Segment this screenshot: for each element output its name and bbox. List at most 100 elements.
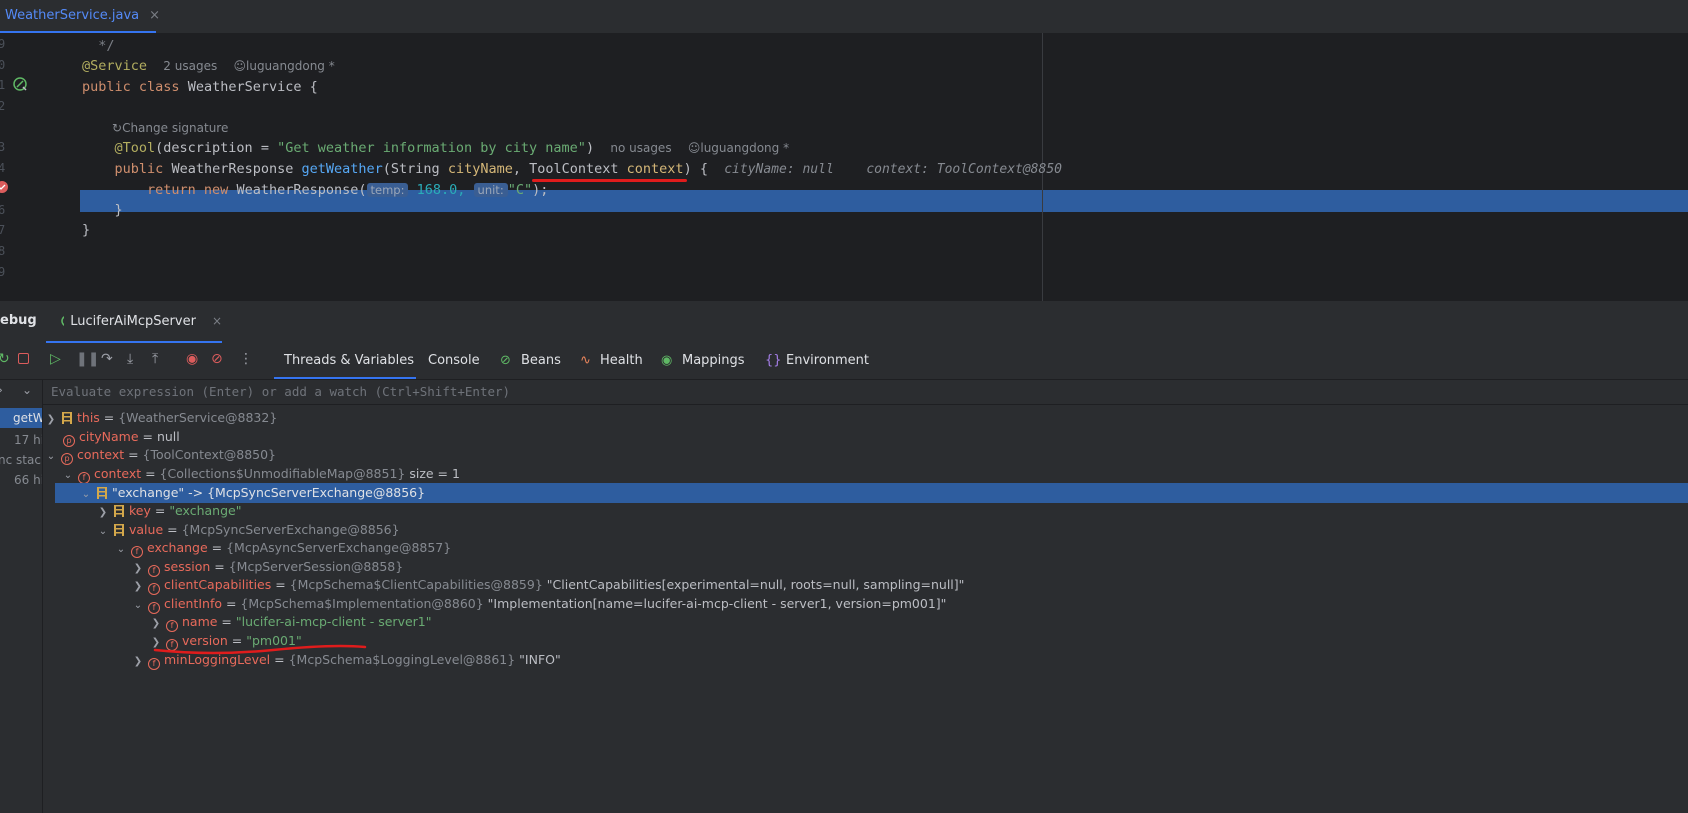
variable-row[interactable]: ❯ key = "exchange" (97, 501, 242, 521)
number-literal: 168.0, (416, 182, 466, 198)
frame-item[interactable]: getW (0, 408, 42, 428)
tab-console[interactable]: Console (428, 343, 480, 379)
variable-row[interactable]: ⌄ f exchange = {McpAsyncServerExchange@885… (115, 538, 451, 558)
mute-breakpoints-icon[interactable]: ⊘ (211, 351, 223, 367)
var-value: "exchange" (169, 503, 242, 518)
variable-row[interactable]: ❯ f name = "lucifer-ai-mcp-client - server… (150, 612, 432, 632)
var-eq: = (141, 466, 160, 481)
var-type: {McpServerSession@8858} (228, 559, 404, 574)
string-literal: "C" (507, 182, 533, 198)
variable-row[interactable]: ❯ f session = {McpServerSession@8858} (132, 557, 403, 577)
variable-row[interactable]: ⌄ f context = {Collections$UnmodifiableMap… (62, 464, 460, 484)
class-name: WeatherService { (187, 79, 318, 95)
tab-health[interactable]: Health (600, 343, 643, 379)
step-into-icon[interactable]: ⤓ (127, 351, 133, 367)
tab-close-icon[interactable]: × (149, 8, 160, 23)
var-name: clientCapabilities (164, 577, 272, 592)
debug-session-tab[interactable]: LuciferAiMcpServer × (46, 301, 222, 343)
var-eq: = (138, 429, 157, 444)
step-over-icon[interactable]: ↷ (101, 351, 113, 367)
variable-row[interactable]: ⌄ p context = {ToolContext@8850} (45, 445, 276, 465)
var-type: {McpSchema$Implementation@8860} (240, 596, 484, 611)
evaluate-expression-input[interactable]: Evaluate expression (Enter) or add a wat… (43, 380, 1688, 405)
chevron-right-icon[interactable]: › (0, 383, 3, 397)
field-icon (62, 412, 72, 424)
chevron-down-icon[interactable]: ⌄ (115, 540, 127, 560)
var-value: "ClientCapabilities[experimental=null, r… (542, 577, 965, 592)
frame-item[interactable]: 17 hi (14, 433, 42, 447)
type-name: WeatherResponse( (236, 182, 367, 198)
var-type: {ToolContext@8850} (142, 447, 277, 462)
tab-beans[interactable]: Beans (521, 343, 561, 379)
session-label: LuciferAiMcpServer (70, 313, 196, 329)
chevron-down-icon[interactable]: ⌄ (22, 383, 32, 397)
tab-mappings[interactable]: Mappings (682, 343, 745, 379)
var-name: "exchange" -> {McpSyncServerExchange@885… (112, 485, 426, 500)
line-number: 9 (0, 37, 6, 51)
var-eq: = (150, 503, 170, 518)
var-type: {Collections$UnmodifiableMap@8851} (159, 466, 406, 481)
spring-bean-icon[interactable] (12, 76, 30, 94)
session-close-icon[interactable]: × (212, 314, 222, 328)
debug-title: ebug (0, 313, 37, 328)
chevron-down-icon[interactable]: ⌄ (97, 522, 109, 542)
field-icon (114, 524, 124, 536)
view-breakpoints-icon[interactable]: ◉ (186, 351, 198, 367)
var-name: cityName (79, 429, 139, 444)
more-options-icon[interactable]: ⋮ (239, 351, 253, 367)
variable-row[interactable]: ⌄ f clientInfo = {McpSchema$Implementation… (132, 594, 946, 614)
tab-environment[interactable]: Environment (786, 343, 869, 379)
code-editor[interactable]: 9 0 1 2 3 4 5 6 7 8 9 */ @Service 2 usag… (0, 33, 1688, 301)
usages-hint[interactable]: 2 usages (163, 59, 217, 73)
inline-value-hint: cityName: null (724, 162, 834, 177)
tab-threads-variables[interactable]: Threads & Variables (274, 343, 416, 379)
rerun-icon[interactable]: ↻ (0, 351, 10, 367)
chevron-right-icon[interactable]: ❯ (45, 410, 57, 430)
red-annotation-underline (532, 179, 687, 182)
tab-weatherservice-java[interactable]: WeatherService.java × (0, 0, 160, 33)
field-icon (114, 505, 124, 517)
code-line: public class WeatherService { (82, 76, 318, 98)
resume-icon[interactable]: ▷ (50, 351, 61, 367)
comment-end: */ (98, 38, 115, 54)
breakpoint-icon[interactable] (0, 180, 10, 194)
author-hint[interactable]: luguangdong * (246, 59, 335, 73)
line-number: 3 (0, 140, 6, 154)
var-eq: = (207, 540, 227, 555)
code-line-current: return new WeatherResponse(temp: 168.0, … (82, 179, 548, 201)
chevron-down-icon[interactable]: ⌄ (55, 485, 92, 505)
frame-item[interactable]: 66 hi (14, 473, 42, 487)
var-type: {McpAsyncServerExchange@8857} (226, 540, 452, 555)
code-text: ) { (683, 161, 708, 177)
variable-row[interactable]: ⌄ value = {McpSyncServerExchange@8856} (97, 520, 400, 540)
pause-icon[interactable]: ❚❚ (76, 351, 99, 367)
frame-item[interactable]: nc stac (0, 453, 41, 467)
mappings-icon: ◉ (661, 353, 673, 368)
var-eq: = (217, 614, 236, 629)
type-name: WeatherResponse (171, 161, 294, 177)
variable-row[interactable]: ❯ f clientCapabilities = {McpSchema$Client… (132, 575, 964, 595)
line-number: 2 (0, 99, 6, 113)
author-hint[interactable]: luguangdong * (700, 141, 789, 155)
type-name: ToolContext (529, 161, 627, 177)
code-text: } (114, 202, 123, 218)
code-line: */ (82, 35, 115, 57)
chevron-right-icon[interactable]: ❯ (132, 652, 144, 672)
author-icon: ☺ (233, 59, 246, 73)
var-name: name (182, 614, 218, 629)
var-value: "INFO" (515, 652, 561, 667)
usages-hint[interactable]: no usages (610, 141, 671, 155)
variable-row[interactable]: ❯ this = {WeatherService@8832} (45, 408, 277, 428)
change-signature-hint[interactable]: Change signature (122, 121, 228, 135)
line-number: 8 (0, 244, 6, 258)
code-line: } (82, 219, 90, 241)
variable-row[interactable]: p cityName = null (59, 427, 180, 447)
step-out-icon[interactable]: ⤒ (152, 351, 158, 367)
var-eq: = (222, 596, 241, 611)
stop-icon[interactable] (18, 353, 29, 364)
frames-panel: › ⌄ getW 17 hi nc stac 66 hi (0, 380, 43, 813)
var-type: {McpSyncServerExchange@8856} (181, 522, 400, 537)
variable-row-selected[interactable]: ⌄ "exchange" -> {McpSyncServerExchange@88… (55, 483, 1688, 503)
chevron-down-icon[interactable]: ⌄ (45, 447, 57, 467)
chevron-down-icon[interactable]: ⌄ (132, 596, 144, 616)
